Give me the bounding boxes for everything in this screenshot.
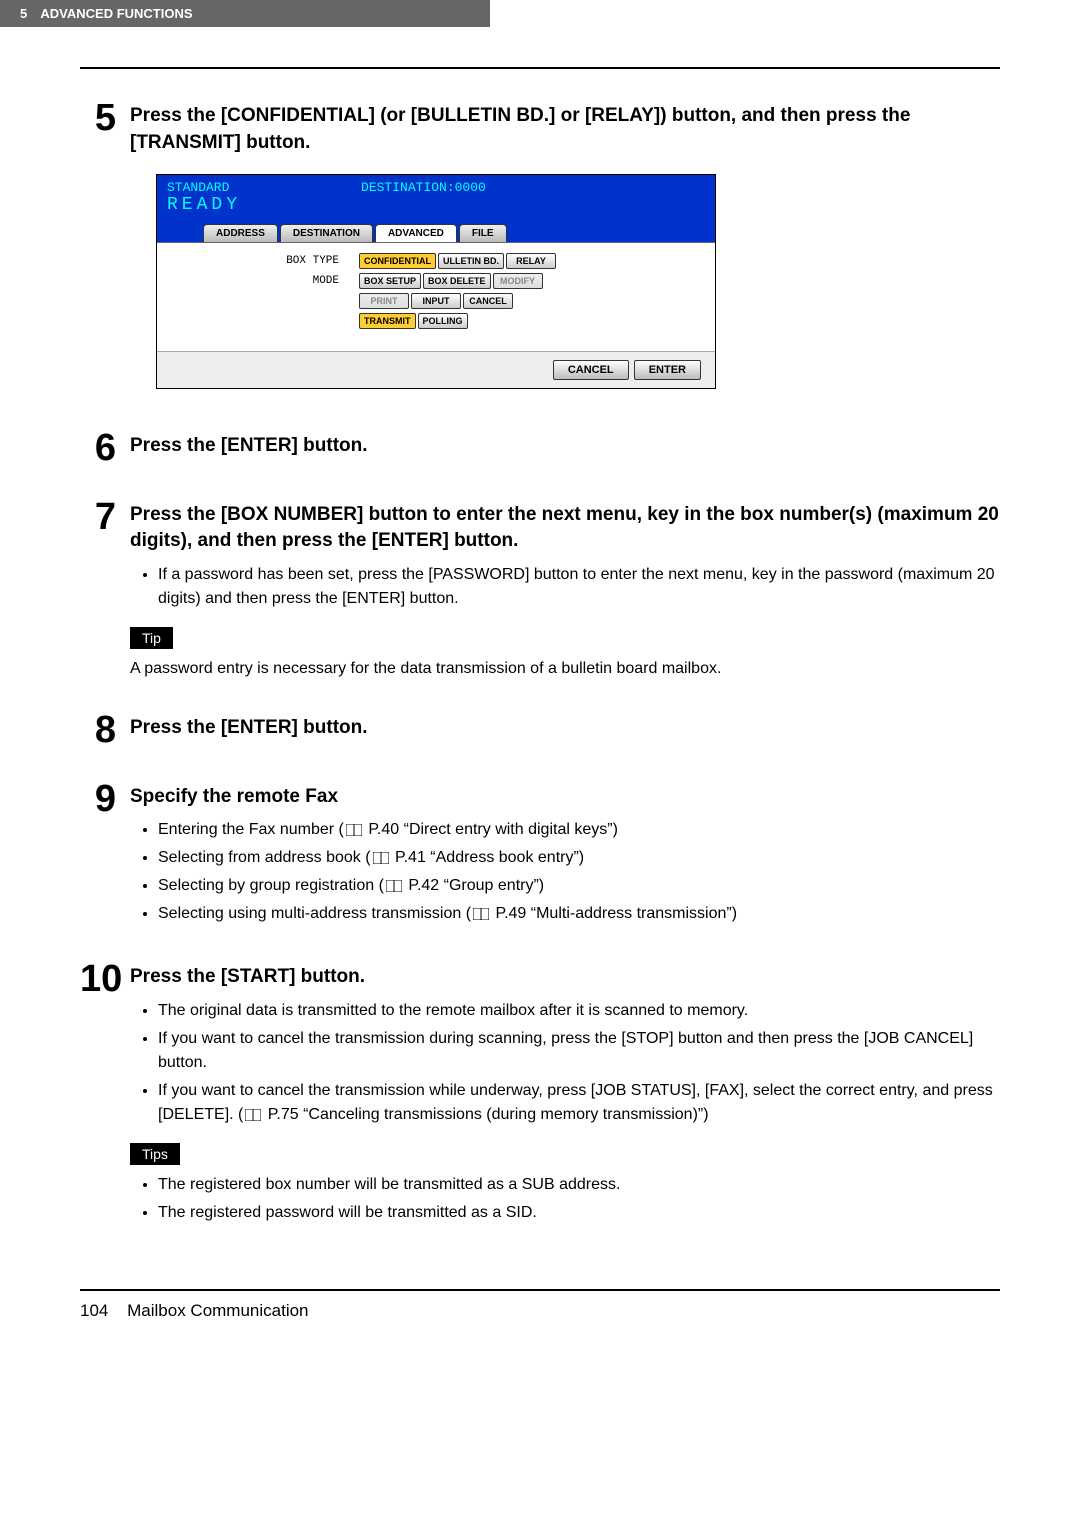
chapter-title: ADVANCED FUNCTIONS xyxy=(40,6,192,21)
top-divider xyxy=(80,67,1000,69)
step-6: 6 Press the [ENTER] button. xyxy=(80,429,1000,468)
step7-bullet1: If a password has been set, press the [P… xyxy=(158,563,1000,611)
book-icon xyxy=(473,908,489,920)
page-header: 5 ADVANCED FUNCTIONS xyxy=(0,0,490,27)
label-mode: MODE xyxy=(169,275,359,287)
step-title: Press the [BOX NUMBER] button to enter t… xyxy=(130,502,1000,555)
btn-input[interactable]: INPUT xyxy=(411,293,461,309)
chapter-number: 5 xyxy=(20,6,27,21)
step-number: 9 xyxy=(80,780,130,931)
btn-confidential[interactable]: CONFIDENTIAL xyxy=(359,253,436,269)
step-title: Press the [ENTER] button. xyxy=(130,433,1000,460)
tip-label: Tip xyxy=(130,627,173,649)
tab-destination[interactable]: DESTINATION xyxy=(280,224,373,242)
step-title: Press the [ENTER] button. xyxy=(130,715,1000,742)
book-icon xyxy=(386,880,402,892)
step9-b4: Selecting using multi-address transmissi… xyxy=(158,902,1000,926)
tab-advanced[interactable]: ADVANCED xyxy=(375,224,457,242)
book-icon xyxy=(373,852,389,864)
btn-cancel-small[interactable]: CANCEL xyxy=(463,293,513,309)
step10-tip2: The registered password will be transmit… xyxy=(158,1201,1000,1225)
step-5: 5 Press the [CONFIDENTIAL] (or [BULLETIN… xyxy=(80,99,1000,399)
step10-b3: If you want to cancel the transmission w… xyxy=(158,1079,1000,1127)
page-footer: 104 Mailbox Communication xyxy=(80,1301,1000,1321)
step-number: 7 xyxy=(80,498,130,681)
step-title: Specify the remote Fax xyxy=(130,784,1000,811)
step-number: 8 xyxy=(80,711,130,750)
btn-boxdelete[interactable]: BOX DELETE xyxy=(423,273,491,289)
book-icon xyxy=(346,824,362,836)
step-number: 6 xyxy=(80,429,130,468)
btn-enter[interactable]: ENTER xyxy=(634,360,701,380)
tab-file[interactable]: FILE xyxy=(459,224,507,242)
step10-b2: If you want to cancel the transmission d… xyxy=(158,1027,1000,1075)
btn-cancel[interactable]: CANCEL xyxy=(553,360,629,380)
footer-section: Mailbox Communication xyxy=(127,1301,308,1320)
sc-ready: READY xyxy=(167,195,241,215)
btn-print[interactable]: PRINT xyxy=(359,293,409,309)
step-number: 5 xyxy=(80,99,130,399)
btn-bulletin[interactable]: ULLETIN BD. xyxy=(438,253,504,269)
step9-b2: Selecting from address book ( P.41 “Addr… xyxy=(158,846,1000,870)
label-boxtype: BOX TYPE xyxy=(169,255,359,267)
tab-address[interactable]: ADDRESS xyxy=(203,224,278,242)
step9-b3: Selecting by group registration ( P.42 “… xyxy=(158,874,1000,898)
step9-b1: Entering the Fax number ( P.40 “Direct e… xyxy=(158,818,1000,842)
book-icon xyxy=(245,1109,261,1121)
step-8: 8 Press the [ENTER] button. xyxy=(80,711,1000,750)
step-title: Press the [START] button. xyxy=(130,964,1000,991)
step-title: Press the [CONFIDENTIAL] (or [BULLETIN B… xyxy=(130,103,1000,156)
device-screenshot: STANDARD READY DESTINATION:0000 ADDRESS … xyxy=(156,174,716,389)
footer-divider xyxy=(80,1289,1000,1291)
tips-label: Tips xyxy=(130,1143,180,1165)
step-9: 9 Specify the remote Fax Entering the Fa… xyxy=(80,780,1000,931)
step-7: 7 Press the [BOX NUMBER] button to enter… xyxy=(80,498,1000,681)
page-number: 104 xyxy=(80,1301,108,1320)
tip-text: A password entry is necessary for the da… xyxy=(130,657,1000,681)
step-number: 10 xyxy=(80,960,130,1229)
btn-polling[interactable]: POLLING xyxy=(418,313,468,329)
btn-modify[interactable]: MODIFY xyxy=(493,273,543,289)
btn-boxsetup[interactable]: BOX SETUP xyxy=(359,273,421,289)
step10-tip1: The registered box number will be transm… xyxy=(158,1173,1000,1197)
sc-destination: DESTINATION:0000 xyxy=(361,180,486,215)
btn-transmit[interactable]: TRANSMIT xyxy=(359,313,416,329)
step10-b1: The original data is transmitted to the … xyxy=(158,999,1000,1023)
btn-relay[interactable]: RELAY xyxy=(506,253,556,269)
sc-standard: STANDARD xyxy=(167,180,229,195)
step-10: 10 Press the [START] button. The origina… xyxy=(80,960,1000,1229)
